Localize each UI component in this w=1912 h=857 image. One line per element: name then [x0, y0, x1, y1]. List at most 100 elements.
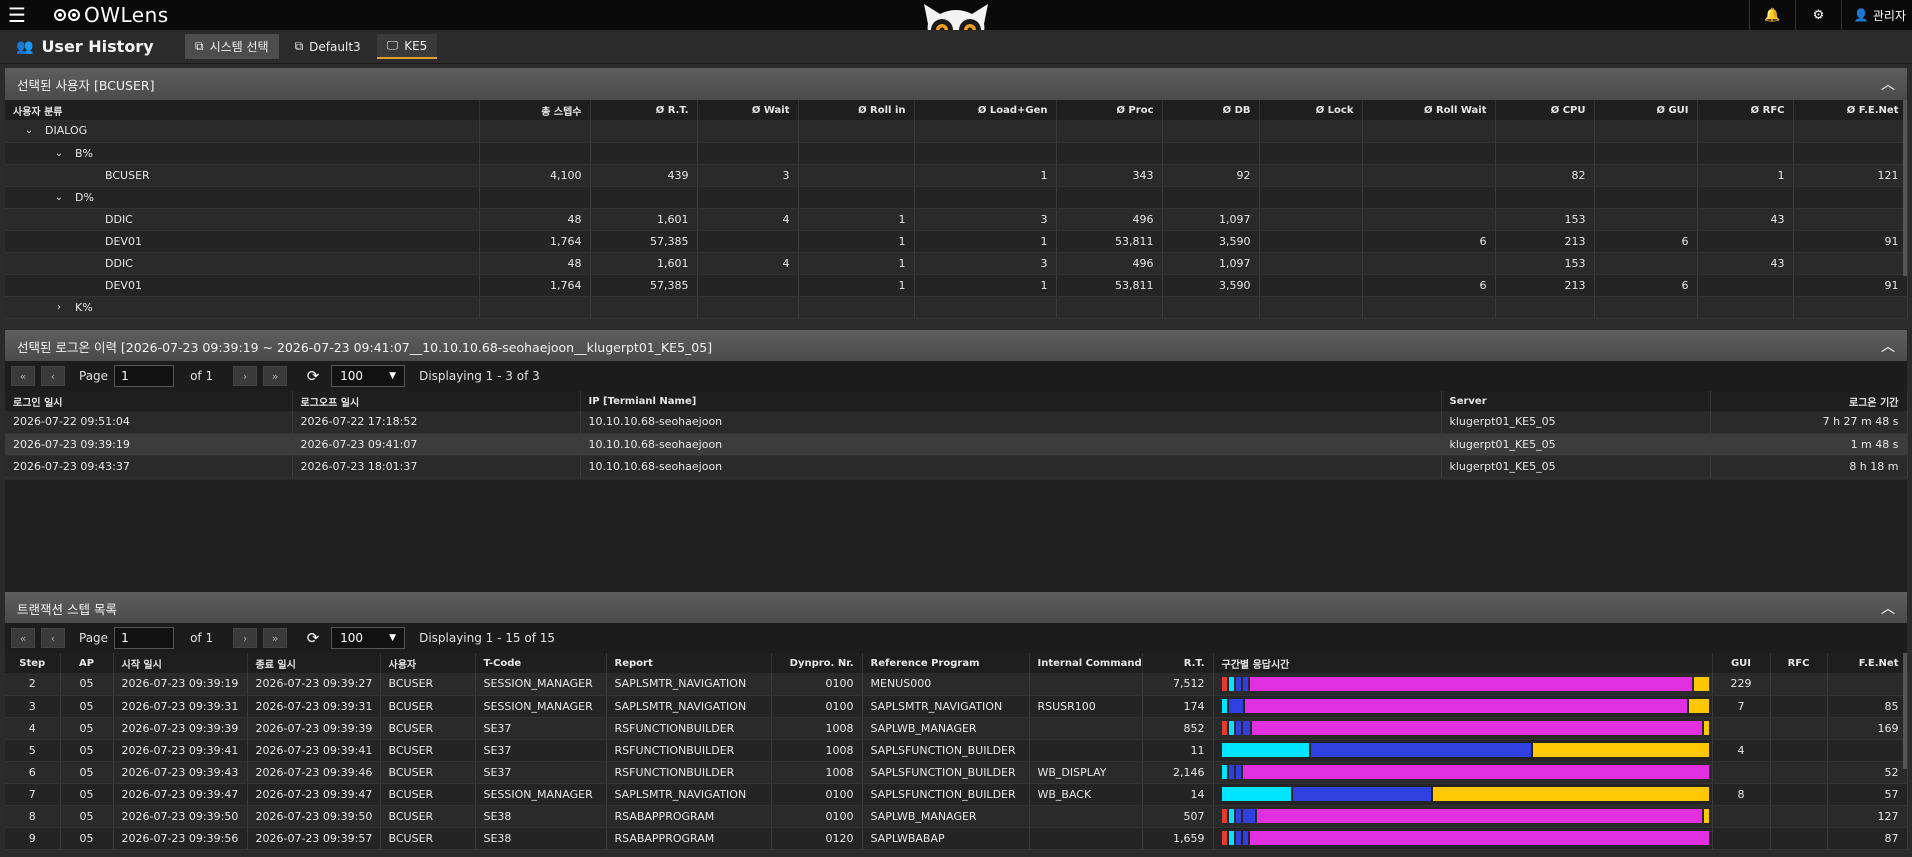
tree-row[interactable]: DEV01 1,764 57,385 1 1 53,811 3,590 6 213 6 91: [5, 274, 1908, 297]
tree-row[interactable]: ⌄ DIALOG: [5, 120, 1908, 143]
table-cell: 1,601: [590, 252, 698, 275]
table-cell: SAPLSMTR_NAVIGATION: [606, 783, 772, 806]
column-header[interactable]: GUI: [1712, 653, 1771, 673]
tab-ke5[interactable]: 🖵 KE5: [376, 34, 438, 59]
first-page-icon[interactable]: «: [11, 628, 35, 648]
column-header[interactable]: Ø Wait: [697, 100, 799, 120]
table-row[interactable]: 9 05 2026-07-23 09:39:56 2026-07-23 09:39:5…: [5, 827, 1908, 850]
column-header[interactable]: Ø F.E.Net: [1793, 100, 1908, 120]
page-input[interactable]: [114, 365, 175, 387]
table-row[interactable]: 6 05 2026-07-23 09:39:43 2026-07-23 09:39:4…: [5, 761, 1908, 784]
column-header[interactable]: AP: [60, 653, 114, 673]
expand-toggle-icon[interactable]: ⌄: [23, 125, 35, 136]
column-header[interactable]: Ø RFC: [1697, 100, 1794, 120]
table-row[interactable]: 2026-07-23 09:39:19 2026-07-23 09:41:07 10…: [5, 433, 1908, 456]
prev-page-icon[interactable]: ‹: [41, 628, 65, 648]
expand-toggle-icon[interactable]: ⌄: [53, 148, 65, 159]
table-cell: 153: [1495, 208, 1595, 231]
table-row[interactable]: 2 05 2026-07-23 09:39:19 2026-07-23 09:39:2…: [5, 673, 1908, 696]
column-header[interactable]: Ø CPU: [1495, 100, 1595, 120]
tree-row[interactable]: DDIC 48 1,601 4 1 3 496 1,097 153 43: [5, 208, 1908, 231]
table-cell: 0100: [771, 805, 863, 828]
tab-system-select[interactable]: ⧉ 시스템 선택: [185, 34, 279, 59]
page-input[interactable]: [114, 627, 175, 649]
column-header[interactable]: Internal Command: [1029, 653, 1143, 673]
collapse-icon[interactable]: ︿: [1881, 74, 1895, 94]
chevron-down-icon: ▼: [389, 371, 397, 381]
column-header[interactable]: 사용자: [380, 653, 476, 673]
user-menu[interactable]: 👤 관리자: [1840, 0, 1912, 30]
column-header[interactable]: RFC: [1770, 653, 1828, 673]
last-page-icon[interactable]: »: [263, 628, 288, 648]
first-page-icon[interactable]: «: [11, 366, 35, 386]
logon-history-panel-header[interactable]: 선택된 로그온 이력 [2026-07-23 09:39:19 ~ 2026-0…: [5, 330, 1907, 362]
settings-icon[interactable]: ⚙: [1794, 0, 1841, 30]
column-header[interactable]: 구간별 응답시간: [1213, 653, 1713, 673]
column-header[interactable]: Ø Proc: [1056, 100, 1163, 120]
refresh-icon[interactable]: ⟳: [301, 627, 325, 649]
column-header[interactable]: Ø GUI: [1594, 100, 1698, 120]
column-header[interactable]: R.T.: [1142, 653, 1214, 673]
transaction-step-panel-header[interactable]: 트랜잭션 스텝 목록 ︿: [5, 592, 1907, 624]
table-cell: 43: [1697, 208, 1794, 231]
column-header[interactable]: 사용자 분류: [5, 100, 480, 120]
column-header[interactable]: Step: [5, 653, 61, 673]
tab-default3[interactable]: ⧉ Default3: [284, 34, 371, 59]
column-header[interactable]: 총 스텝수: [479, 100, 591, 120]
prev-page-icon[interactable]: ‹: [41, 366, 65, 386]
column-header[interactable]: Ø Roll in: [798, 100, 915, 120]
refresh-icon[interactable]: ⟳: [301, 365, 325, 387]
bar-segment-cyan: [1221, 699, 1227, 713]
table-row[interactable]: 5 05 2026-07-23 09:39:41 2026-07-23 09:39:4…: [5, 739, 1908, 762]
scrollbar[interactable]: [1903, 653, 1907, 769]
next-page-icon[interactable]: ›: [233, 366, 258, 386]
column-header[interactable]: 시작 일시: [113, 653, 248, 673]
expand-toggle-icon[interactable]: ⌄: [53, 192, 65, 203]
column-header[interactable]: 로그오프 일시: [292, 391, 581, 411]
collapse-icon[interactable]: ︿: [1881, 336, 1895, 356]
page-size-select[interactable]: 100 ▼: [331, 627, 406, 649]
column-header[interactable]: Ø R.T.: [590, 100, 698, 120]
tree-row[interactable]: ⌄ D%: [5, 186, 1908, 209]
table-cell: [697, 230, 799, 253]
table-row[interactable]: 2026-07-23 09:43:37 2026-07-23 18:01:37 10…: [5, 455, 1908, 478]
column-header[interactable]: 종료 일시: [247, 653, 381, 673]
scrollbar[interactable]: [1903, 100, 1907, 276]
expand-toggle-icon[interactable]: ›: [53, 302, 65, 313]
tree-row[interactable]: DDIC 48 1,601 4 1 3 496 1,097 153 43: [5, 252, 1908, 275]
selected-user-panel-header[interactable]: 선택된 사용자 [BCUSER] ︿: [5, 68, 1907, 100]
table-row[interactable]: 7 05 2026-07-23 09:39:47 2026-07-23 09:39:4…: [5, 783, 1908, 806]
tree-row[interactable]: BCUSER 4,100 439 3 1 343 92 82 1 121: [5, 164, 1908, 187]
column-header[interactable]: Report: [606, 653, 772, 673]
column-header[interactable]: 로그인 일시: [5, 391, 293, 411]
collapse-icon[interactable]: ︿: [1881, 598, 1895, 618]
column-header[interactable]: F.E.Net: [1827, 653, 1908, 673]
column-header[interactable]: Server: [1441, 391, 1711, 411]
column-header[interactable]: Ø DB: [1162, 100, 1260, 120]
column-header[interactable]: Ø Lock: [1259, 100, 1363, 120]
column-header[interactable]: T-Code: [475, 653, 607, 673]
column-header[interactable]: Reference Program: [862, 653, 1030, 673]
table-cell: SAPLSMTR_NAVIGATION: [862, 695, 1030, 718]
bell-icon[interactable]: 🔔: [1748, 0, 1795, 30]
table-row[interactable]: 2026-07-22 09:51:04 2026-07-22 17:18:52 10…: [5, 411, 1908, 434]
next-page-icon[interactable]: ›: [233, 628, 258, 648]
page-size-select[interactable]: 100 ▼: [331, 365, 406, 387]
table-cell: 2026-07-23 09:39:50: [247, 805, 381, 828]
table-row[interactable]: 8 05 2026-07-23 09:39:50 2026-07-23 09:39:5…: [5, 805, 1908, 828]
table-cell: 0100: [771, 695, 863, 718]
tree-row[interactable]: DEV01 1,764 57,385 1 1 53,811 3,590 6 213 6 91: [5, 230, 1908, 253]
table-row[interactable]: 4 05 2026-07-23 09:39:39 2026-07-23 09:39:3…: [5, 717, 1908, 740]
column-header[interactable]: Ø Load+Gen: [914, 100, 1057, 120]
last-page-icon[interactable]: »: [263, 366, 288, 386]
column-header[interactable]: 로그온 기간: [1710, 391, 1908, 411]
table-row[interactable]: 3 05 2026-07-23 09:39:31 2026-07-23 09:39:3…: [5, 695, 1908, 718]
column-header[interactable]: IP [Termianl Name]: [580, 391, 1442, 411]
tree-row[interactable]: › K%: [5, 296, 1908, 319]
tree-row[interactable]: ⌄ B%: [5, 142, 1908, 165]
table-cell: 3: [697, 164, 799, 187]
app-logo[interactable]: OWLens: [54, 3, 169, 27]
column-header[interactable]: Ø Roll Wait: [1362, 100, 1496, 120]
column-header[interactable]: Dynpro. Nr.: [771, 653, 863, 673]
menu-icon[interactable]: ☰: [0, 0, 34, 30]
